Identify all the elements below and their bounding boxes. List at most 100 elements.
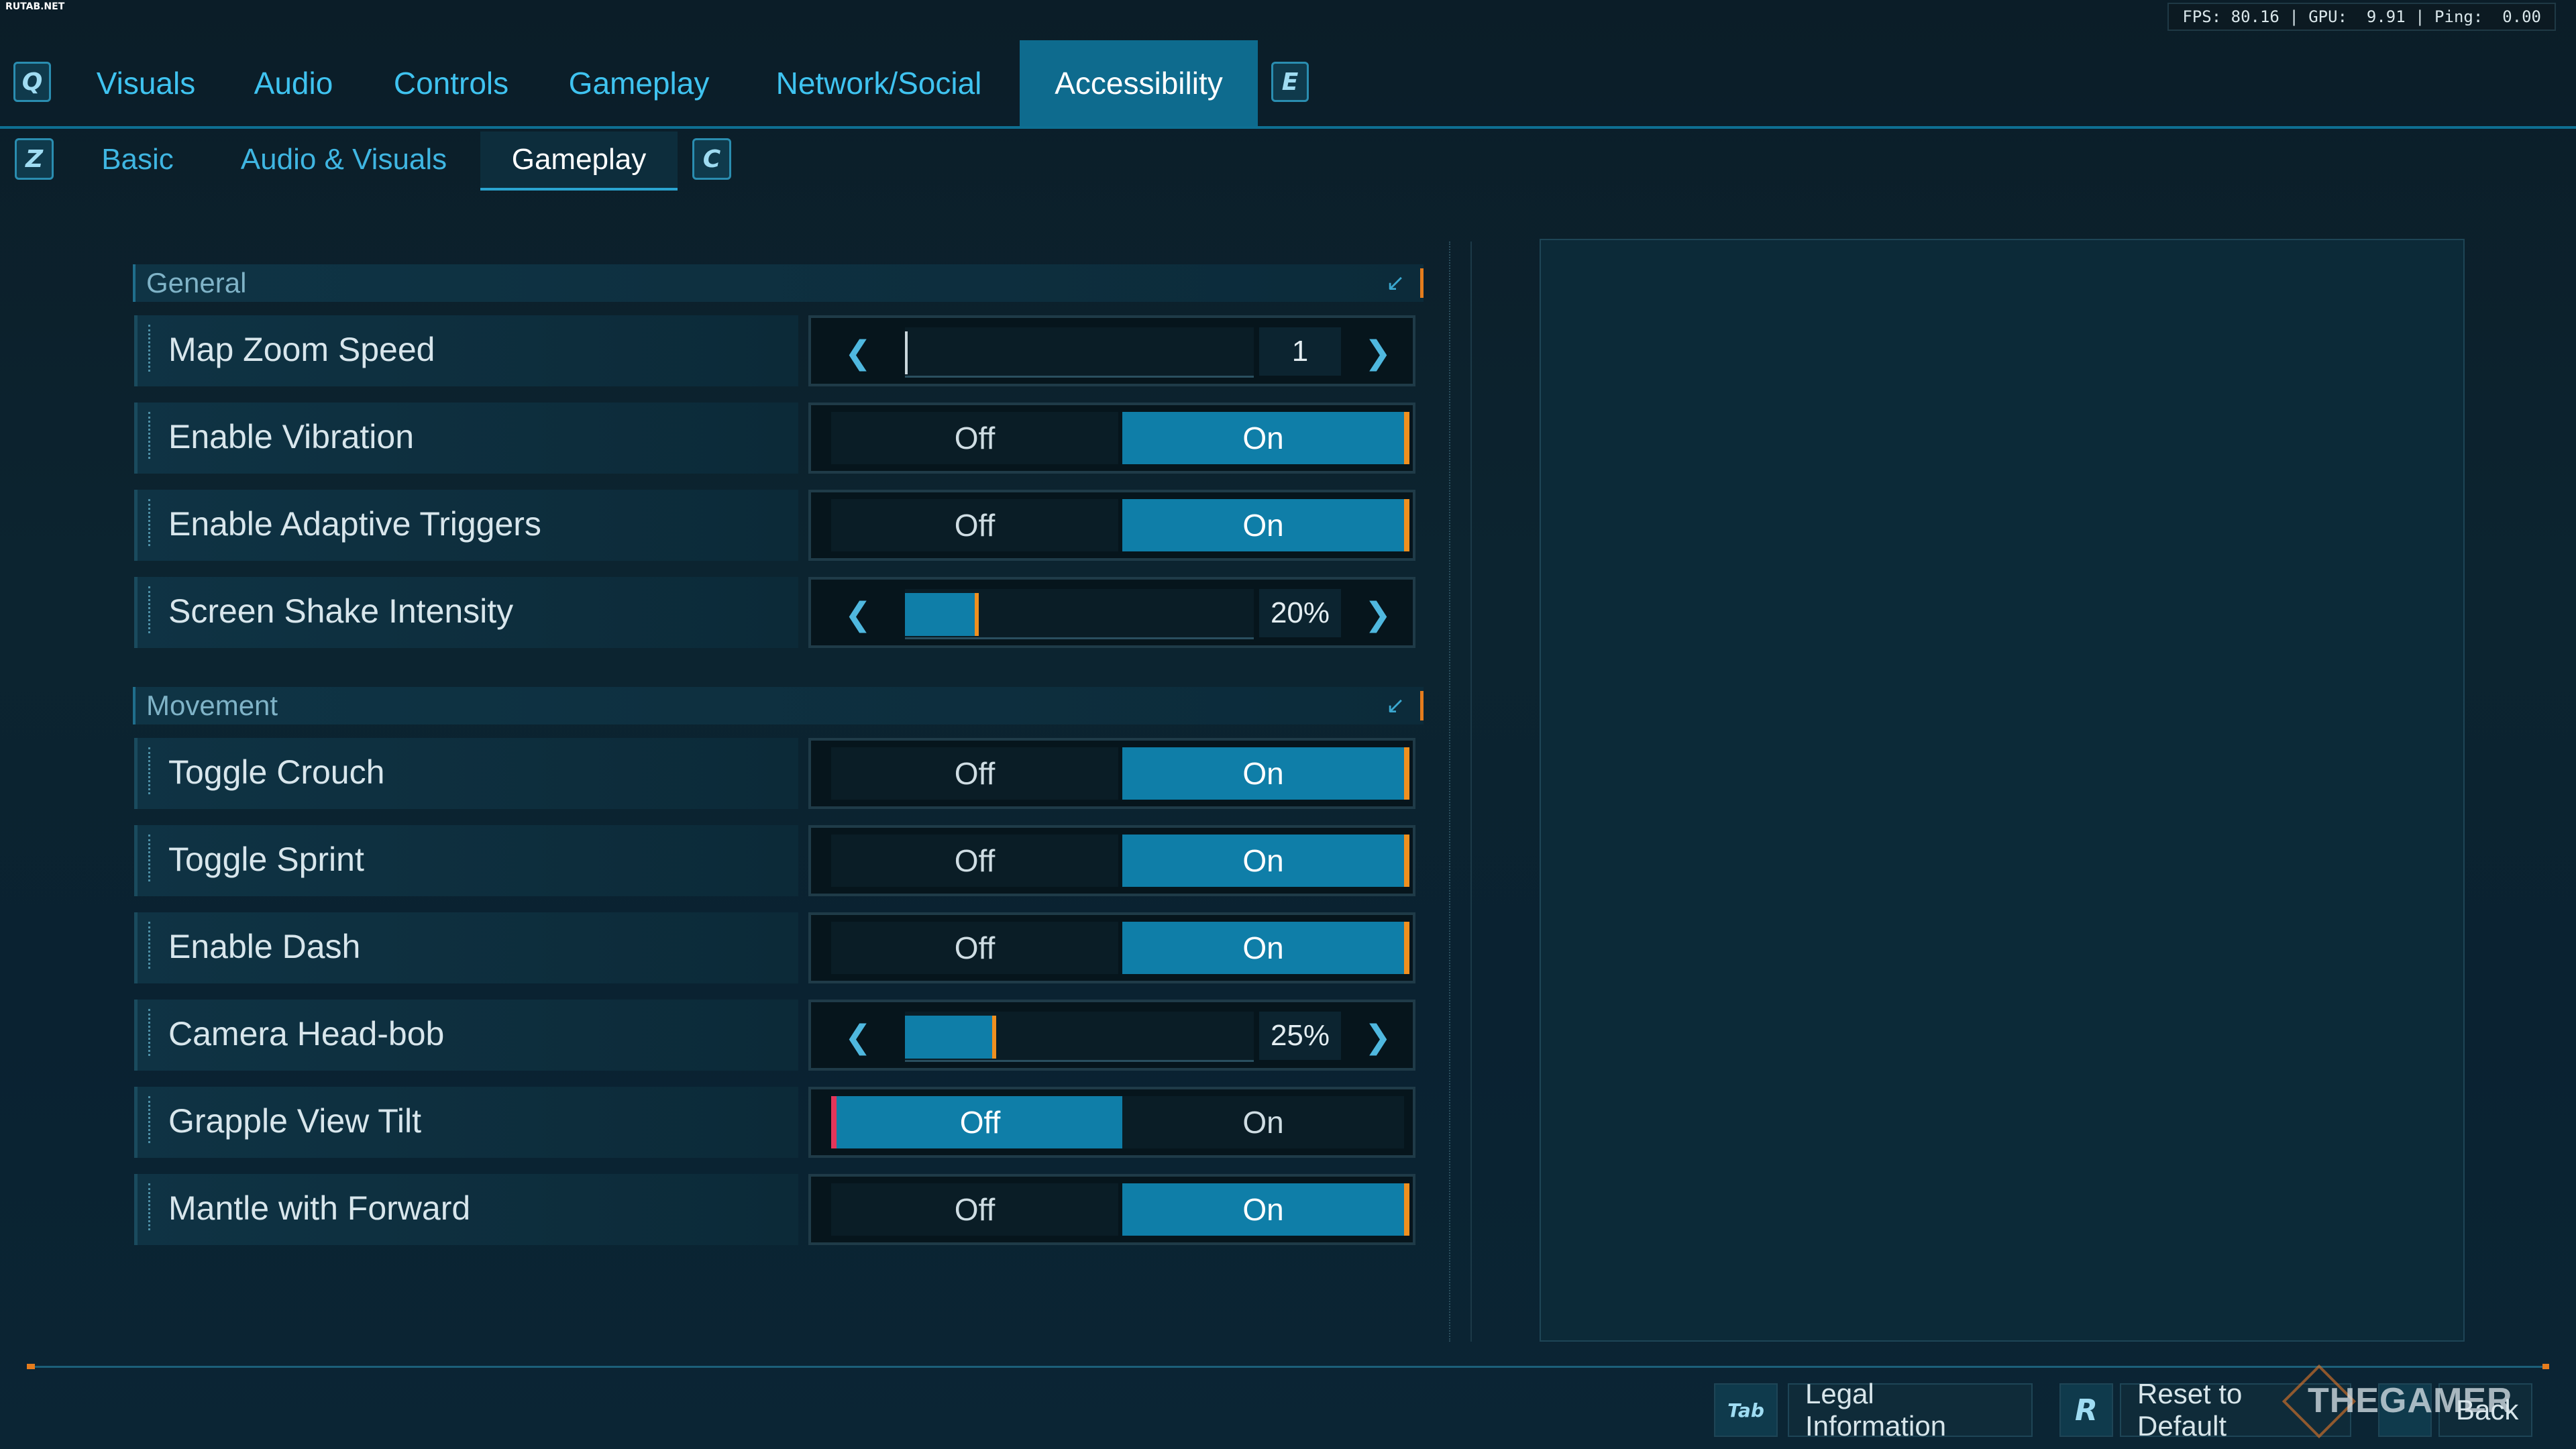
toggle-off-option[interactable]: Off [831, 1096, 1124, 1148]
setting-row-toggle-crouch[interactable]: Toggle Crouch [134, 738, 798, 809]
row-marker [148, 1183, 154, 1230]
mantle-with-forward-toggle[interactable]: Off On [808, 1174, 1415, 1245]
setting-row-enable-adaptive-triggers[interactable]: Enable Adaptive Triggers [134, 490, 798, 561]
collapse-icon[interactable]: ↙ [1386, 692, 1413, 719]
setting-row-map-zoom-speed[interactable]: Map Zoom Speed [134, 315, 798, 386]
slider-track[interactable] [905, 589, 1254, 639]
top-nav-divider [0, 126, 2576, 129]
chevron-left-icon[interactable]: ❮ [838, 333, 878, 373]
toggle-crouch-toggle[interactable]: Off On [808, 738, 1415, 809]
watermark: THEGAMER [2308, 1381, 2513, 1420]
next-tab-key-e[interactable]: E [1271, 62, 1309, 102]
toggle-on-option[interactable]: On [1122, 1096, 1404, 1148]
toggle-on-option[interactable]: On [1122, 1183, 1409, 1236]
chevron-right-icon[interactable]: ❯ [1358, 594, 1398, 635]
toggle-off-option[interactable]: Off [831, 835, 1118, 887]
toggle-on-option[interactable]: On [1122, 499, 1409, 551]
setting-row-mantle-with-forward[interactable]: Mantle with Forward [134, 1174, 798, 1245]
toggle-on-option[interactable]: On [1122, 835, 1409, 887]
tab-visuals[interactable]: Visuals [74, 40, 218, 126]
grapple-view-tilt-toggle[interactable]: Off On [808, 1087, 1415, 1158]
row-marker [148, 922, 154, 969]
footer-divider [27, 1366, 2549, 1368]
chevron-left-icon[interactable]: ❮ [838, 1017, 878, 1057]
setting-label: Map Zoom Speed [168, 331, 435, 368]
footer-marker [27, 1364, 35, 1369]
next-subtab-key-c[interactable]: C [692, 138, 731, 180]
subtab-audio-visuals[interactable]: Audio & Visuals [221, 131, 466, 188]
section-title: Movement [146, 690, 278, 721]
row-marker [148, 325, 154, 372]
enable-adaptive-triggers-toggle[interactable]: Off On [808, 490, 1415, 561]
row-marker [148, 1096, 154, 1143]
section-header-general: General ↙ [133, 264, 1424, 302]
map-zoom-speed-slider[interactable]: ❮ 1 ❯ [808, 315, 1415, 386]
setting-row-enable-dash[interactable]: Enable Dash [134, 912, 798, 983]
tab-accessibility[interactable]: Accessibility [1020, 40, 1258, 126]
footer-marker [2542, 1364, 2549, 1369]
slider-track[interactable] [905, 1012, 1254, 1062]
setting-row-enable-vibration[interactable]: Enable Vibration [134, 402, 798, 474]
slider-track[interactable] [905, 327, 1254, 378]
section-header-movement: Movement ↙ [133, 687, 1424, 724]
toggle-off-option[interactable]: Off [831, 1183, 1118, 1236]
chevron-left-icon[interactable]: ❮ [838, 594, 878, 635]
setting-label: Enable Vibration [168, 418, 415, 455]
section-title: General [146, 267, 247, 299]
section-end-marker [1420, 268, 1424, 298]
tab-gameplay[interactable]: Gameplay [550, 40, 728, 126]
setting-label: Toggle Sprint [168, 841, 364, 878]
toggle-off-option[interactable]: Off [831, 412, 1118, 464]
toggle-on-option[interactable]: On [1122, 922, 1409, 974]
setting-label: Screen Shake Intensity [168, 592, 514, 630]
slider-fill [905, 593, 979, 636]
legal-information-button[interactable]: Legal Information [1788, 1378, 2033, 1442]
prev-subtab-key-z[interactable]: Z [15, 138, 54, 180]
subtab-basic[interactable]: Basic [77, 131, 198, 188]
subtab-gameplay[interactable]: Gameplay [480, 131, 678, 191]
description-panel [1540, 239, 2465, 1342]
setting-label: Camera Head-bob [168, 1015, 445, 1053]
chevron-right-icon[interactable]: ❯ [1358, 1017, 1398, 1057]
toggle-off-option[interactable]: Off [831, 747, 1118, 800]
row-marker [148, 412, 154, 459]
setting-row-toggle-sprint[interactable]: Toggle Sprint [134, 825, 798, 896]
prev-tab-key-q[interactable]: Q [13, 62, 51, 102]
row-marker [148, 499, 154, 546]
row-marker [148, 747, 154, 794]
collapse-icon[interactable]: ↙ [1386, 270, 1413, 297]
camera-head-bob-slider[interactable]: ❮ 25% ❯ [808, 1000, 1415, 1071]
slider-value: 1 [1259, 327, 1341, 376]
setting-row-grapple-view-tilt[interactable]: Grapple View Tilt [134, 1087, 798, 1158]
row-marker [148, 1009, 154, 1056]
slider-fill [905, 1016, 996, 1059]
reset-key-r[interactable]: R [2059, 1383, 2113, 1437]
site-tag: RUTAB.NET [5, 1, 65, 12]
chevron-right-icon[interactable]: ❯ [1358, 333, 1398, 373]
section-end-marker [1420, 691, 1424, 720]
screen-shake-intensity-slider[interactable]: ❮ 20% ❯ [808, 577, 1415, 648]
enable-dash-toggle[interactable]: Off On [808, 912, 1415, 983]
tab-network-social[interactable]: Network/Social [751, 40, 1006, 126]
slider-value: 20% [1259, 589, 1341, 637]
setting-label: Grapple View Tilt [168, 1102, 422, 1140]
toggle-off-option[interactable]: Off [831, 499, 1118, 551]
setting-label: Mantle with Forward [168, 1189, 471, 1227]
tab-audio[interactable]: Audio [235, 40, 352, 126]
column-divider [1470, 241, 1473, 1342]
scroll-track[interactable] [1449, 241, 1452, 1342]
setting-row-screen-shake-intensity[interactable]: Screen Shake Intensity [134, 577, 798, 648]
setting-row-camera-head-bob[interactable]: Camera Head-bob [134, 1000, 798, 1071]
setting-label: Enable Dash [168, 928, 361, 965]
slider-value: 25% [1259, 1012, 1341, 1060]
setting-label: Enable Adaptive Triggers [168, 505, 541, 543]
tab-controls[interactable]: Controls [376, 40, 527, 126]
slider-fill [905, 331, 908, 374]
toggle-sprint-toggle[interactable]: Off On [808, 825, 1415, 896]
legal-key-tab[interactable]: Tab [1714, 1383, 1778, 1437]
toggle-off-option[interactable]: Off [831, 922, 1118, 974]
row-marker [148, 835, 154, 881]
toggle-on-option[interactable]: On [1122, 412, 1409, 464]
enable-vibration-toggle[interactable]: Off On [808, 402, 1415, 474]
toggle-on-option[interactable]: On [1122, 747, 1409, 800]
